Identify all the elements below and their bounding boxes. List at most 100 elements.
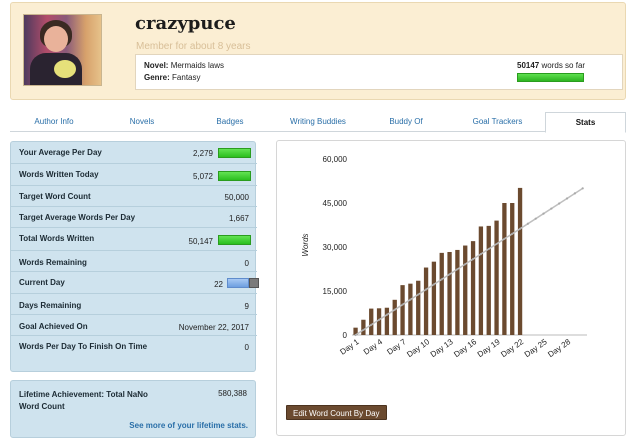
target-point (565, 197, 569, 200)
target-point (424, 288, 428, 291)
chart-bar (439, 252, 444, 335)
x-tick-label: Day 28 (546, 337, 572, 359)
tab-badges[interactable]: Badges (186, 112, 274, 132)
target-point (534, 217, 537, 220)
tab-buddy-of[interactable]: Buddy Of (362, 112, 450, 132)
stat-row-average-per-day: Your Average Per Day 2,279 (11, 142, 257, 164)
avatar[interactable] (23, 14, 102, 86)
target-point (479, 252, 482, 256)
tab-writing-buddies[interactable]: Writing Buddies (274, 112, 362, 132)
avatar-face (44, 26, 68, 52)
stat-row-goal-achieved: Goal Achieved On November 22, 2017 (11, 315, 257, 336)
x-tick-label: Day 10 (405, 337, 431, 359)
word-count-chart: 015,00030,00045,00060,000WordsDay 1 Day 4… (301, 155, 587, 359)
target-point (526, 222, 529, 225)
novel-row: Novel: Mermaids laws (144, 61, 224, 70)
stat-row-target-average: Target Average Words Per Day 1,667 (11, 207, 257, 228)
y-tick-label: 60,000 (323, 155, 348, 164)
tab-author-info[interactable]: Author Info (10, 112, 98, 132)
stat-row-current-day: Current Day 22 (11, 272, 259, 294)
stat-value: 5,072 (192, 172, 213, 181)
stat-label: Total Words Written (19, 234, 95, 243)
target-point (377, 318, 381, 321)
x-tick-label: Day 22 (499, 337, 525, 359)
target-point (503, 237, 506, 241)
profile-card: crazypuce Member for about 8 years Novel… (10, 2, 626, 100)
username: crazypuce (135, 13, 236, 34)
chart-bar (478, 226, 484, 335)
chart-bar (384, 307, 390, 335)
stat-row-words-remaining: Words Remaining 0 (11, 251, 257, 272)
target-point (362, 328, 365, 332)
stat-value: November 22, 2017 (178, 323, 249, 332)
word-count-value: 50147 (517, 61, 540, 70)
target-point (417, 293, 420, 296)
stat-label: Words Written Today (19, 170, 99, 179)
member-since: Member for about 8 years (136, 41, 251, 52)
stat-label: Days Remaining (19, 301, 82, 310)
stat-row-total-words: Total Words Written 50,147 (11, 228, 257, 251)
target-point (511, 232, 514, 235)
chart-bar (470, 241, 476, 335)
target-point (495, 242, 498, 246)
word-count-summary: 50147 words so far (517, 61, 585, 70)
word-count-progress-bar (517, 73, 584, 82)
y-tick-label: 15,000 (323, 287, 348, 296)
chart-bar (408, 283, 413, 335)
y-tick-label: 30,000 (323, 243, 348, 252)
target-point (464, 263, 467, 266)
genre-row: Genre: Fantasy (144, 73, 201, 82)
lifetime-stats-link[interactable]: See more of your lifetime stats. (129, 421, 248, 430)
tab-novels[interactable]: Novels (98, 112, 186, 132)
chart-bar (502, 203, 507, 335)
x-tick-label: Day 7 (385, 337, 408, 357)
stat-row-days-remaining: Days Remaining 9 (11, 294, 257, 315)
lifetime-value: 580,388 (218, 389, 247, 398)
tab-goal-trackers[interactable]: Goal Trackers (450, 112, 545, 132)
novel-title[interactable]: Mermaids laws (171, 61, 224, 70)
stat-value: 22 (214, 280, 223, 289)
word-count-suffix: words so far (541, 61, 586, 70)
target-point (518, 227, 522, 230)
target-line (355, 187, 584, 336)
stat-value: 0 (244, 259, 249, 268)
target-point (542, 212, 545, 215)
stat-value: 50,147 (188, 237, 213, 246)
chart-bar (392, 299, 397, 335)
lifetime-achievement-box: Lifetime Achievement: Total NaNo Word Co… (10, 380, 256, 438)
target-point (487, 247, 490, 251)
stat-label: Your Average Per Day (19, 148, 102, 157)
target-point (550, 207, 553, 210)
target-point (385, 313, 388, 316)
stats-table: Your Average Per Day 2,279 Words Written… (10, 141, 259, 372)
stat-value: 50,000 (224, 193, 249, 202)
chart-bar (447, 251, 452, 335)
stat-row-words-today: Words Written Today 5,072 (11, 164, 257, 186)
target-point (448, 273, 451, 276)
chart-bar (463, 245, 468, 335)
novel-info-panel: Novel: Mermaids laws Genre: Fantasy 5014… (135, 54, 623, 90)
edit-word-count-button[interactable]: Edit Word Count By Day (286, 405, 387, 420)
avatar-held-item (54, 60, 76, 78)
y-axis-label: Words (301, 233, 310, 256)
x-tick-label: Day 13 (429, 337, 455, 359)
current-day-remaining-bar (249, 278, 259, 288)
current-day-progress-bar (227, 278, 249, 288)
tab-stats[interactable]: Stats (545, 112, 626, 133)
chart-bar (369, 308, 374, 335)
genre-value: Fantasy (172, 73, 201, 82)
genre-label: Genre: (144, 73, 170, 82)
target-point (573, 192, 576, 195)
chart-bar (361, 319, 366, 335)
stat-label: Words Per Day To Finish On Time (19, 342, 148, 351)
chart-bar (400, 285, 405, 335)
x-tick-label: Day 16 (452, 337, 478, 359)
chart-bar (423, 267, 429, 335)
total-progress-bar (218, 235, 251, 245)
stat-label: Target Word Count (19, 192, 91, 201)
target-point (471, 258, 475, 261)
stat-value: 9 (244, 302, 249, 311)
stat-value: 0 (244, 343, 249, 352)
chart-bar (510, 203, 515, 335)
today-progress-bar (218, 171, 251, 181)
